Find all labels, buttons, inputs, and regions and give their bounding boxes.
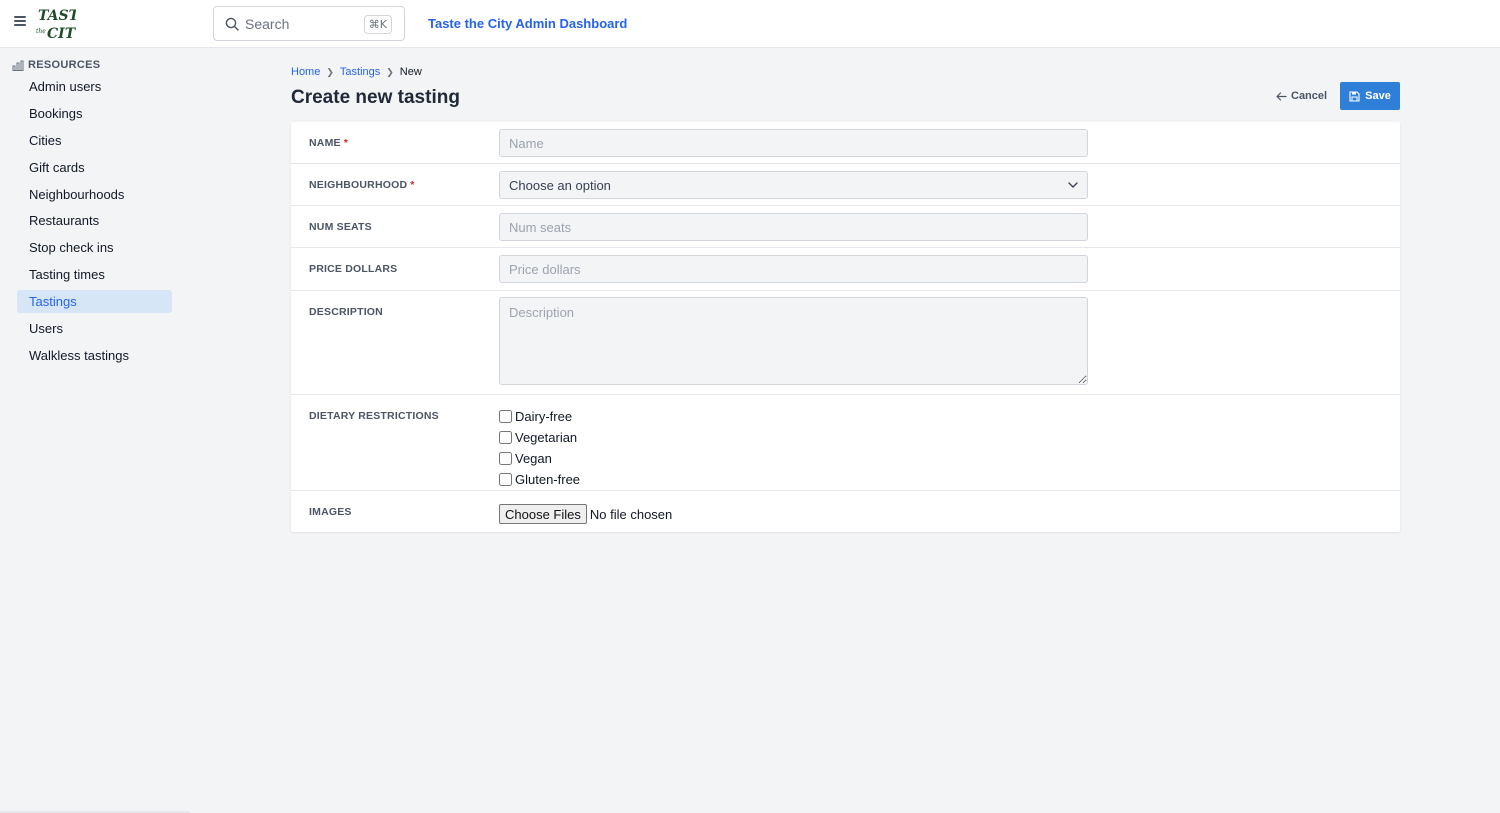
sidebar: RESOURCES Admin users Bookings Cities Gi… (0, 48, 190, 813)
form-row-dietary-restrictions: DIETARY RESTRICTIONS Dairy-free Vegetari… (291, 395, 1400, 491)
form-row-images: IMAGES Choose Files No file chosen (291, 491, 1400, 532)
sidebar-item-bookings[interactable]: Bookings (17, 102, 172, 125)
neighbourhood-selected-value: Choose an option (509, 177, 611, 193)
num-seats-label: NUM SEATS (309, 221, 372, 233)
taste-the-city-logo[interactable]: TASTE the CITY (36, 5, 90, 42)
form-row-num-seats: NUM SEATS (291, 206, 1400, 248)
dietary-option-vegetarian[interactable]: Vegetarian (499, 427, 580, 448)
sidebar-item-stop-check-ins[interactable]: Stop check ins (17, 236, 172, 259)
sidebar-item-cities[interactable]: Cities (17, 129, 172, 152)
file-status-text: No file chosen (589, 506, 673, 522)
resources-heading: RESOURCES (12, 59, 100, 71)
sidebar-item-tasting-times[interactable]: Tasting times (17, 263, 172, 286)
cancel-label: Cancel (1291, 90, 1328, 102)
sidebar-item-walkless-tastings[interactable]: Walkless tastings (17, 344, 172, 367)
cancel-button[interactable]: Cancel (1270, 84, 1333, 108)
svg-text:the: the (36, 28, 46, 35)
dietary-option-gluten-free[interactable]: Gluten-free (499, 469, 580, 490)
name-input[interactable] (499, 129, 1088, 157)
neighbourhood-select[interactable]: Choose an option (499, 171, 1088, 199)
arrow-left-icon (1276, 91, 1287, 101)
save-button[interactable]: Save (1340, 82, 1400, 110)
vegan-checkbox[interactable] (499, 452, 512, 465)
vegetarian-checkbox[interactable] (499, 431, 512, 444)
num-seats-input[interactable] (499, 213, 1088, 241)
name-label: NAME * (309, 137, 349, 149)
form-row-name: NAME * (291, 122, 1400, 164)
breadcrumb-home[interactable]: Home (291, 66, 320, 78)
breadcrumb-current: New (399, 66, 422, 78)
sidebar-item-gift-cards[interactable]: Gift cards (17, 156, 172, 179)
chevron-right-icon: ❯ (326, 66, 334, 77)
sidebar-item-users[interactable]: Users (17, 317, 172, 340)
bar-chart-icon (12, 60, 24, 71)
svg-text:TASTE: TASTE (38, 8, 76, 24)
resources-label: RESOURCES (28, 59, 101, 71)
form-row-price-dollars: PRICE DOLLARS (291, 248, 1400, 291)
save-label: Save (1365, 90, 1391, 102)
dietary-option-dairy-free[interactable]: Dairy-free (499, 406, 580, 427)
search-icon (225, 17, 239, 31)
required-mark: * (343, 137, 349, 149)
app-title-link[interactable]: Taste the City Admin Dashboard (428, 16, 627, 31)
sidebar-item-neighbourhoods[interactable]: Neighbourhoods (17, 183, 172, 206)
gluten-free-checkbox[interactable] (499, 473, 512, 486)
search-placeholder: Search (245, 16, 290, 32)
top-bar: TASTE the CITY Search ⌘K Taste the City … (0, 0, 1500, 48)
price-dollars-label: PRICE DOLLARS (309, 263, 398, 275)
required-mark: * (410, 179, 415, 191)
dietary-options: Dairy-free Vegetarian Vegan Gluten-free (499, 406, 580, 490)
dietary-option-vegan[interactable]: Vegan (499, 448, 580, 469)
breadcrumb-tastings[interactable]: Tastings (340, 66, 380, 78)
description-label: DESCRIPTION (309, 306, 383, 318)
dairy-free-checkbox[interactable] (499, 410, 512, 423)
page-title: Create new tasting (291, 87, 460, 108)
sidebar-item-restaurants[interactable]: Restaurants (17, 209, 172, 232)
price-dollars-input[interactable] (499, 255, 1088, 283)
save-icon (1349, 90, 1360, 102)
breadcrumb: Home ❯ Tastings ❯ New (291, 66, 422, 78)
dietary-restrictions-label: DIETARY RESTRICTIONS (309, 410, 439, 422)
search-box[interactable]: Search ⌘K (213, 6, 405, 41)
svg-text:CITY: CITY (47, 26, 76, 41)
form-row-neighbourhood: NEIGHBOURHOOD * Choose an option (291, 164, 1400, 206)
images-file-input: Choose Files No file chosen (499, 504, 672, 524)
choose-files-button[interactable]: Choose Files (499, 504, 587, 524)
description-textarea[interactable] (499, 297, 1088, 385)
chevron-down-icon (1068, 182, 1078, 188)
sidebar-item-tastings[interactable]: Tastings (17, 290, 172, 314)
neighbourhood-label: NEIGHBOURHOOD * (309, 179, 415, 191)
resource-nav: Admin users Bookings Cities Gift cards N… (17, 75, 172, 371)
search-shortcut-badge: ⌘K (363, 15, 392, 34)
tasting-form: NAME* NEIGHBOURHOOD* Choose an option NU… (291, 122, 1400, 532)
images-label: IMAGES (309, 506, 352, 518)
form-row-description: DESCRIPTION (291, 291, 1400, 395)
menu-icon[interactable] (14, 16, 26, 30)
sidebar-item-admin-users[interactable]: Admin users (17, 75, 172, 98)
chevron-right-icon: ❯ (386, 66, 394, 77)
